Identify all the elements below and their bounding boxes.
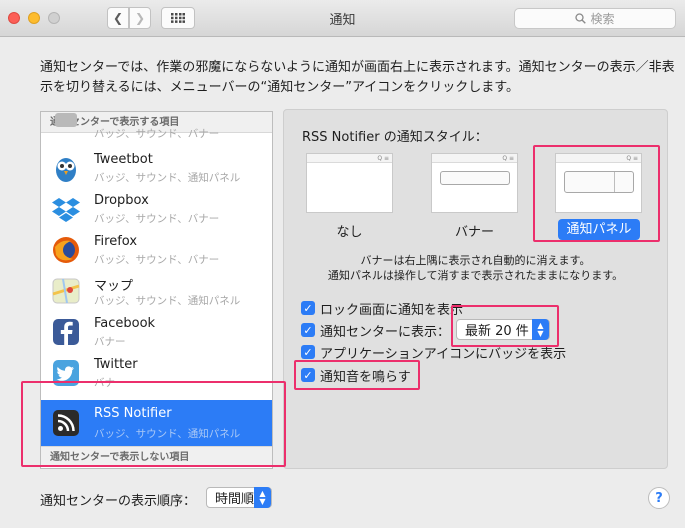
list-item-twitter[interactable]: Twitter バナー xyxy=(41,353,272,394)
list-item-sub: バッジ、サウンド、通知パネル xyxy=(94,428,241,440)
list-item-name: マップ xyxy=(94,279,134,294)
style-label-banner[interactable]: バナー xyxy=(431,221,518,240)
show-in-nc-checkbox[interactable]: ✓ 通知センターに表示： xyxy=(301,321,451,340)
list-item-maps[interactable]: マップ バッジ、サウンド、通知パネル xyxy=(41,271,272,312)
list-item-name: Dropbox xyxy=(94,193,149,208)
list-item-partial[interactable]: バッジ、サウンド、バナー xyxy=(41,113,272,147)
list-item-sub: バナー xyxy=(94,377,126,389)
title-bar: ❮ ❯ 通知 検索 xyxy=(0,0,685,37)
style-note-line2: 通知パネルは操作して消すまで表示されたままになります。 xyxy=(327,269,624,282)
show-in-nc-label: 通知センターに表示： xyxy=(320,324,451,340)
rss-icon xyxy=(51,408,81,438)
lock-screen-checkbox[interactable]: ✓ ロック画面に通知を表示 xyxy=(301,299,464,318)
sort-order-label: 通知センターの表示順序： xyxy=(40,494,197,509)
lock-screen-label: ロック画面に通知を表示 xyxy=(320,302,464,318)
list-item-sub: バナー xyxy=(94,336,126,348)
list-item-sub: バッジ、サウンド、バナー xyxy=(94,213,220,225)
style-label-none[interactable]: なし xyxy=(306,221,393,240)
checkmark-icon: ✓ xyxy=(301,368,315,382)
checkmark-icon: ✓ xyxy=(301,323,315,337)
tweetbot-icon xyxy=(51,153,81,183)
nc-count-select[interactable]: 最新 20 件 ▲ ▼ xyxy=(456,319,550,340)
list-item-sub: バッジ、サウンド、通知パネル xyxy=(94,172,241,184)
search-input[interactable]: 検索 xyxy=(514,8,676,29)
banner-preview xyxy=(440,171,510,185)
list-item-dropbox[interactable]: Dropbox バッジ、サウンド、バナー xyxy=(41,189,272,230)
description-text: 通知センターでは、作業の邪魔にならないように通知が画面右上に表示されます。通知セ… xyxy=(40,60,675,95)
thumb-menubar: Q ≡ xyxy=(307,154,392,163)
app-icon-partial xyxy=(51,112,81,141)
firefox-icon xyxy=(51,235,81,265)
sound-label: 通知音を鳴らす xyxy=(320,369,411,385)
help-button[interactable]: ? xyxy=(648,487,670,509)
style-label-alert[interactable]: 通知パネル xyxy=(558,219,640,240)
search-placeholder: 検索 xyxy=(590,12,615,26)
nc-count-value: 最新 20 件 xyxy=(465,324,529,339)
chevron-updown-icon: ▲ ▼ xyxy=(254,487,271,508)
maps-icon xyxy=(51,276,81,306)
list-item-sub: バッジ、サウンド、バナー xyxy=(94,128,220,140)
list-item-sub: バッジ、サウンド、バナー xyxy=(94,254,220,266)
chevron-updown-icon: ▲ ▼ xyxy=(532,319,549,340)
list-item-name: RSS Notifier xyxy=(94,406,172,421)
search-icon xyxy=(575,13,587,24)
checkmark-icon: ✓ xyxy=(301,301,315,315)
app-list[interactable]: 通知センターで表示する項目 バッジ、サウンド、バナー Tweetbot バッジ、… xyxy=(40,111,273,469)
facebook-icon xyxy=(51,317,81,347)
sort-order-select[interactable]: 時間順 ▲ ▼ xyxy=(206,487,272,508)
thumb-menubar: Q ≡ xyxy=(432,154,517,163)
style-thumb-banner[interactable]: Q ≡ xyxy=(431,153,518,213)
style-note: バナーは右上隅に表示され自動的に消えます。 通知パネルは操作して消すまで表示され… xyxy=(284,253,667,283)
notification-style-panel: RSS Notifier の通知スタイル： Q ≡ Q ≡ Q ≡ なし バナー… xyxy=(283,109,668,469)
list-item-tweetbot[interactable]: Tweetbot バッジ、サウンド、通知パネル xyxy=(41,148,272,189)
sound-checkbox[interactable]: ✓ 通知音を鳴らす xyxy=(301,366,411,385)
list-item-sub: バッジ、サウンド、通知パネル xyxy=(94,295,241,307)
alert-preview xyxy=(564,171,634,193)
badge-label: アプリケーションアイコンにバッジを表示 xyxy=(320,346,567,362)
list-item-name: Twitter xyxy=(94,357,138,372)
list-item-facebook[interactable]: Facebook バナー xyxy=(41,312,272,353)
list-item-name: Facebook xyxy=(94,316,156,331)
list-item-firefox[interactable]: Firefox バッジ、サウンド、バナー xyxy=(41,230,272,271)
section-header-hidden: 通知センターで表示しない項目 xyxy=(41,446,272,467)
list-item-rss-notifier[interactable]: RSS Notifier バッジ、サウンド、通知パネル xyxy=(41,400,272,446)
twitter-icon xyxy=(51,358,81,388)
list-item-name: Tweetbot xyxy=(94,152,153,167)
style-note-line1: バナーは右上隅に表示され自動的に消えます。 xyxy=(360,254,591,267)
style-thumb-none[interactable]: Q ≡ xyxy=(306,153,393,213)
style-thumb-alert[interactable]: Q ≡ xyxy=(555,153,642,213)
thumb-menubar: Q ≡ xyxy=(556,154,641,163)
badge-checkbox[interactable]: ✓ アプリケーションアイコンにバッジを表示 xyxy=(301,343,567,362)
style-header: RSS Notifier の通知スタイル： xyxy=(302,130,488,145)
dropbox-icon xyxy=(51,194,81,224)
sort-order-value: 時間順 xyxy=(215,492,255,507)
list-item-name: Firefox xyxy=(94,234,138,249)
checkmark-icon: ✓ xyxy=(301,345,315,359)
